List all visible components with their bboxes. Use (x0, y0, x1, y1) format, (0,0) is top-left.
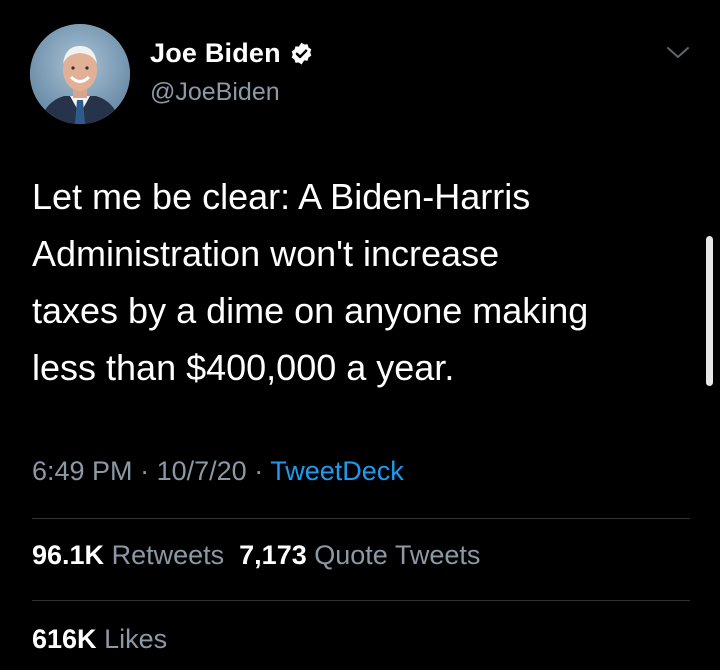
meta-separator: · (254, 456, 264, 486)
tweet-detail: Joe Biden @JoeBiden Let me be clear: A B… (0, 0, 720, 670)
divider (32, 600, 690, 601)
avatar[interactable] (30, 24, 130, 124)
retweets-stat[interactable]: 96.1K Retweets (32, 540, 224, 570)
tweet-text-line: Administration won't increase (32, 233, 500, 274)
chevron-down-icon[interactable] (664, 42, 692, 64)
meta-separator: · (140, 456, 150, 486)
tweet-metadata: 6:49 PM · 10/7/20 · TweetDeck (32, 456, 404, 487)
scrollbar[interactable] (706, 236, 713, 386)
verified-badge-icon (289, 41, 314, 66)
tweet-text-line: Let me be clear: A Biden-Harris (32, 176, 531, 217)
divider (32, 518, 690, 519)
avatar-image (30, 24, 130, 124)
author-name-row[interactable]: Joe Biden (150, 38, 314, 69)
display-name[interactable]: Joe Biden (150, 38, 281, 69)
tweet-time[interactable]: 6:49 PM (32, 456, 133, 486)
tweet-text-line: taxes by a dime on anyone making (32, 290, 589, 331)
likes-stat[interactable]: 616K Likes (32, 624, 167, 654)
retweets-count: 96.1K (32, 540, 105, 570)
quote-tweets-stat[interactable]: 7,173 Quote Tweets (239, 540, 480, 570)
retweets-label: Retweets (111, 540, 225, 570)
engagement-stats: 96.1K Retweets 7,173 Quote Tweets (32, 540, 480, 571)
quote-tweets-count: 7,173 (239, 540, 307, 570)
likes-count: 616K (32, 624, 97, 654)
tweet-text: Let me be clear: A Biden-Harris Administ… (32, 168, 692, 396)
tweet-source-link[interactable]: TweetDeck (270, 456, 404, 486)
tweet-text-line: less than $400,000 a year. (32, 347, 455, 388)
quote-tweets-label: Quote Tweets (314, 540, 481, 570)
likes-stats: 616K Likes (32, 624, 167, 655)
tweet-date[interactable]: 10/7/20 (157, 456, 247, 486)
likes-label: Likes (104, 624, 168, 654)
author-handle[interactable]: @JoeBiden (150, 78, 280, 107)
